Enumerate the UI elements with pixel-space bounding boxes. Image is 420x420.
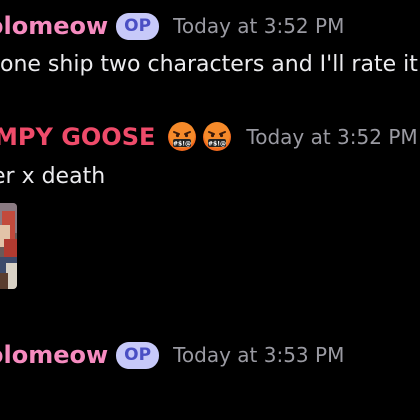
timestamp[interactable]: Today at 3:52 PM xyxy=(246,125,417,149)
svg-text:#$!@: #$!@ xyxy=(208,141,226,148)
message-text: one ship two characters and I'll rate it… xyxy=(0,52,420,77)
op-badge: OP xyxy=(116,341,160,369)
message-header: olomeow OP Today at 3:52 PM xyxy=(0,12,420,40)
timestamp[interactable]: Today at 3:53 PM xyxy=(173,343,344,367)
message-text: er x death xyxy=(0,164,106,189)
username[interactable]: MPY GOOSE xyxy=(0,123,155,151)
username[interactable]: olomeow xyxy=(0,341,108,369)
username[interactable]: olomeow xyxy=(0,12,108,40)
cursing-face-emoji-icon: #$!@ xyxy=(202,122,232,152)
timestamp[interactable]: Today at 3:52 PM xyxy=(173,14,344,38)
message-header: MPY GOOSE #$!@ #$!@ Today at 3:52 PM xyxy=(0,122,420,152)
image-attachment[interactable] xyxy=(0,203,17,289)
svg-text:#$!@: #$!@ xyxy=(173,141,191,148)
op-badge: OP xyxy=(116,12,160,40)
cursing-face-emoji-icon: #$!@ xyxy=(167,122,197,152)
message-header: olomeow OP Today at 3:53 PM xyxy=(0,341,420,369)
